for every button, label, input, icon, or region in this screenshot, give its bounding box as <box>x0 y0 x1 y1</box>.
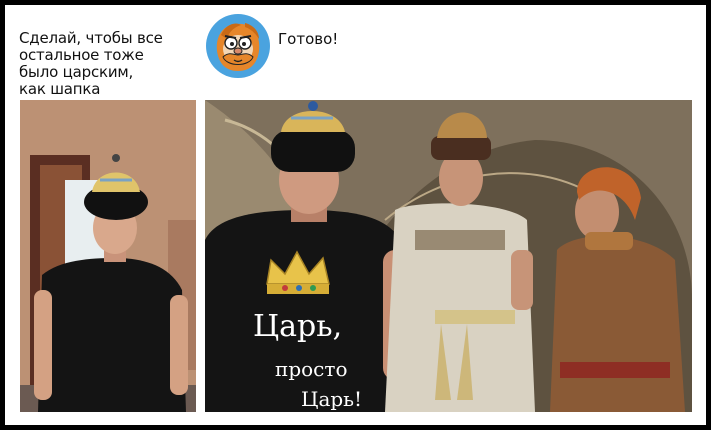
meme-card: Сделай, чтобы все остальное тоже было ца… <box>5 5 706 425</box>
reply-caption: Готово! <box>278 30 339 48</box>
original-photo <box>20 100 196 412</box>
shirt-text-line2: просто <box>275 357 347 381</box>
shirt-text-line1: Царь, <box>253 309 342 344</box>
request-caption: Сделай, чтобы все остальное тоже было ца… <box>19 29 163 98</box>
shirt-text-line3: Царь! <box>301 387 362 411</box>
edited-photo: Царь, просто Царь! <box>205 100 692 412</box>
bot-avatar-icon <box>205 13 271 79</box>
